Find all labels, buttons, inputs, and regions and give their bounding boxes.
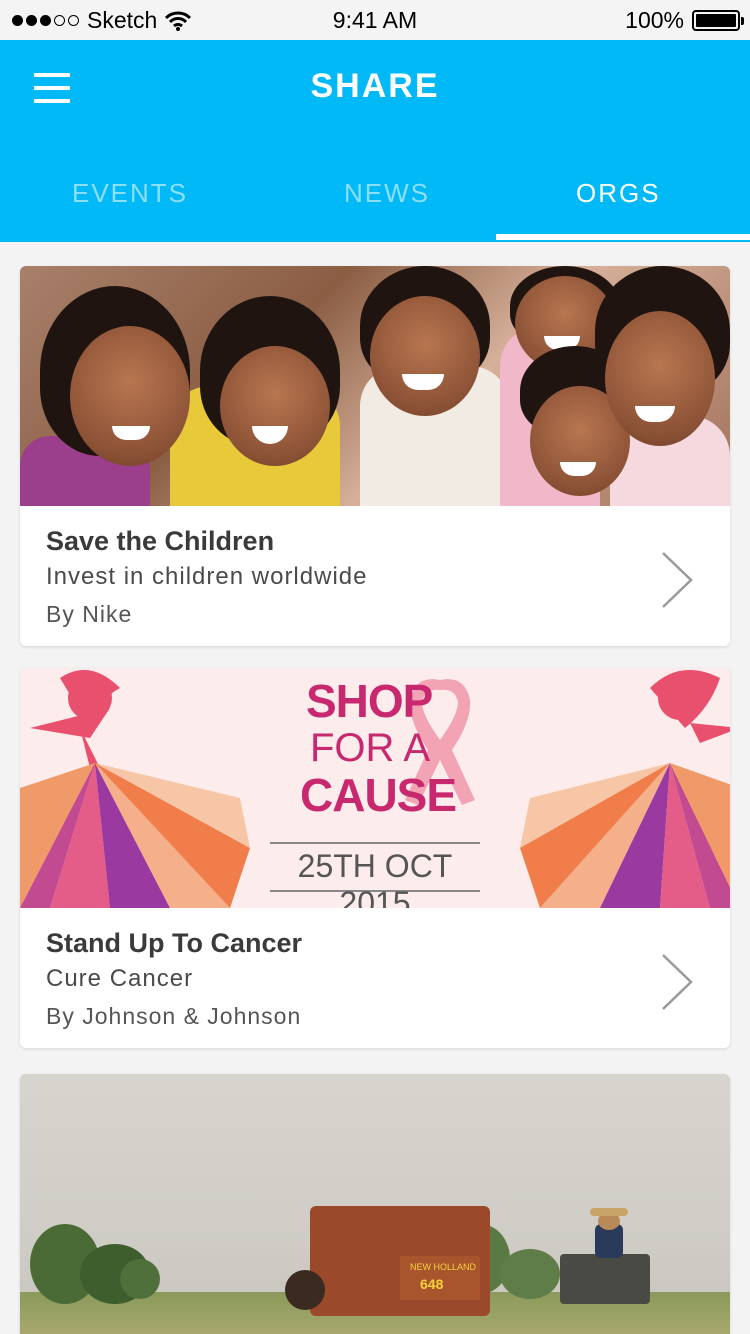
card-body: Stand Up To Cancer Cure Cancer By Johnso… (20, 908, 730, 1048)
chevron-right-icon[interactable] (660, 550, 694, 610)
org-card[interactable]: SHOP FOR A CAUSE 25TH OCT 2015 Stand Up … (20, 668, 730, 1048)
battery-percent: 100% (625, 7, 684, 33)
farmer-hat (590, 1208, 628, 1216)
card-byline: By Johnson & Johnson (46, 1003, 302, 1029)
tab-orgs[interactable]: ORGS (576, 178, 661, 209)
tractor (560, 1254, 650, 1304)
app-title: SHARE (310, 67, 440, 105)
banner-line-1: SHOP (306, 675, 433, 727)
app-header: SHARE EVENTS NEWS ORGS (0, 40, 750, 242)
org-card[interactable]: Save the Children Invest in children wor… (20, 266, 730, 646)
battery-icon (692, 10, 744, 31)
machine-wheel (285, 1270, 325, 1310)
banner-line-2: FOR A (310, 726, 431, 770)
status-right: 100% (625, 7, 744, 34)
dress-illustration-right (520, 670, 730, 908)
banner-line-3: CAUSE (300, 769, 457, 821)
machine-brand-label: NEW HOLLAND (410, 1262, 477, 1272)
card-image-children (20, 266, 730, 506)
banner-date: 25TH OCT 2015 (297, 848, 453, 908)
card-subtitle: Invest in children worldwide (46, 563, 368, 590)
tab-news[interactable]: NEWS (344, 178, 430, 209)
tab-events[interactable]: EVENTS (72, 178, 188, 209)
machine-model-label: 648 (420, 1276, 444, 1292)
chevron-right-icon[interactable] (660, 952, 694, 1012)
tree (500, 1249, 560, 1299)
card-image-farm: NEW HOLLAND 648 (20, 1074, 730, 1334)
card-image-cause-banner: SHOP FOR A CAUSE 25TH OCT 2015 (20, 668, 730, 908)
tree (120, 1259, 160, 1299)
active-tab-indicator (496, 234, 750, 240)
banner-text: SHOP FOR A CAUSE (290, 676, 530, 820)
card-byline: By Nike (46, 601, 133, 627)
dress-illustration-left (20, 670, 250, 908)
card-title: Stand Up To Cancer (46, 928, 303, 958)
tab-bar: EVENTS NEWS ORGS (0, 158, 750, 242)
org-card[interactable]: NEW HOLLAND 648 (20, 1074, 730, 1334)
card-subtitle: Cure Cancer (46, 965, 194, 992)
banner-rule-top (270, 842, 480, 844)
farm-machine: NEW HOLLAND 648 (310, 1206, 490, 1316)
card-body: Save the Children Invest in children wor… (20, 506, 730, 646)
status-bar: Sketch 9:41 AM 100% (0, 0, 750, 40)
card-title: Save the Children (46, 526, 275, 556)
